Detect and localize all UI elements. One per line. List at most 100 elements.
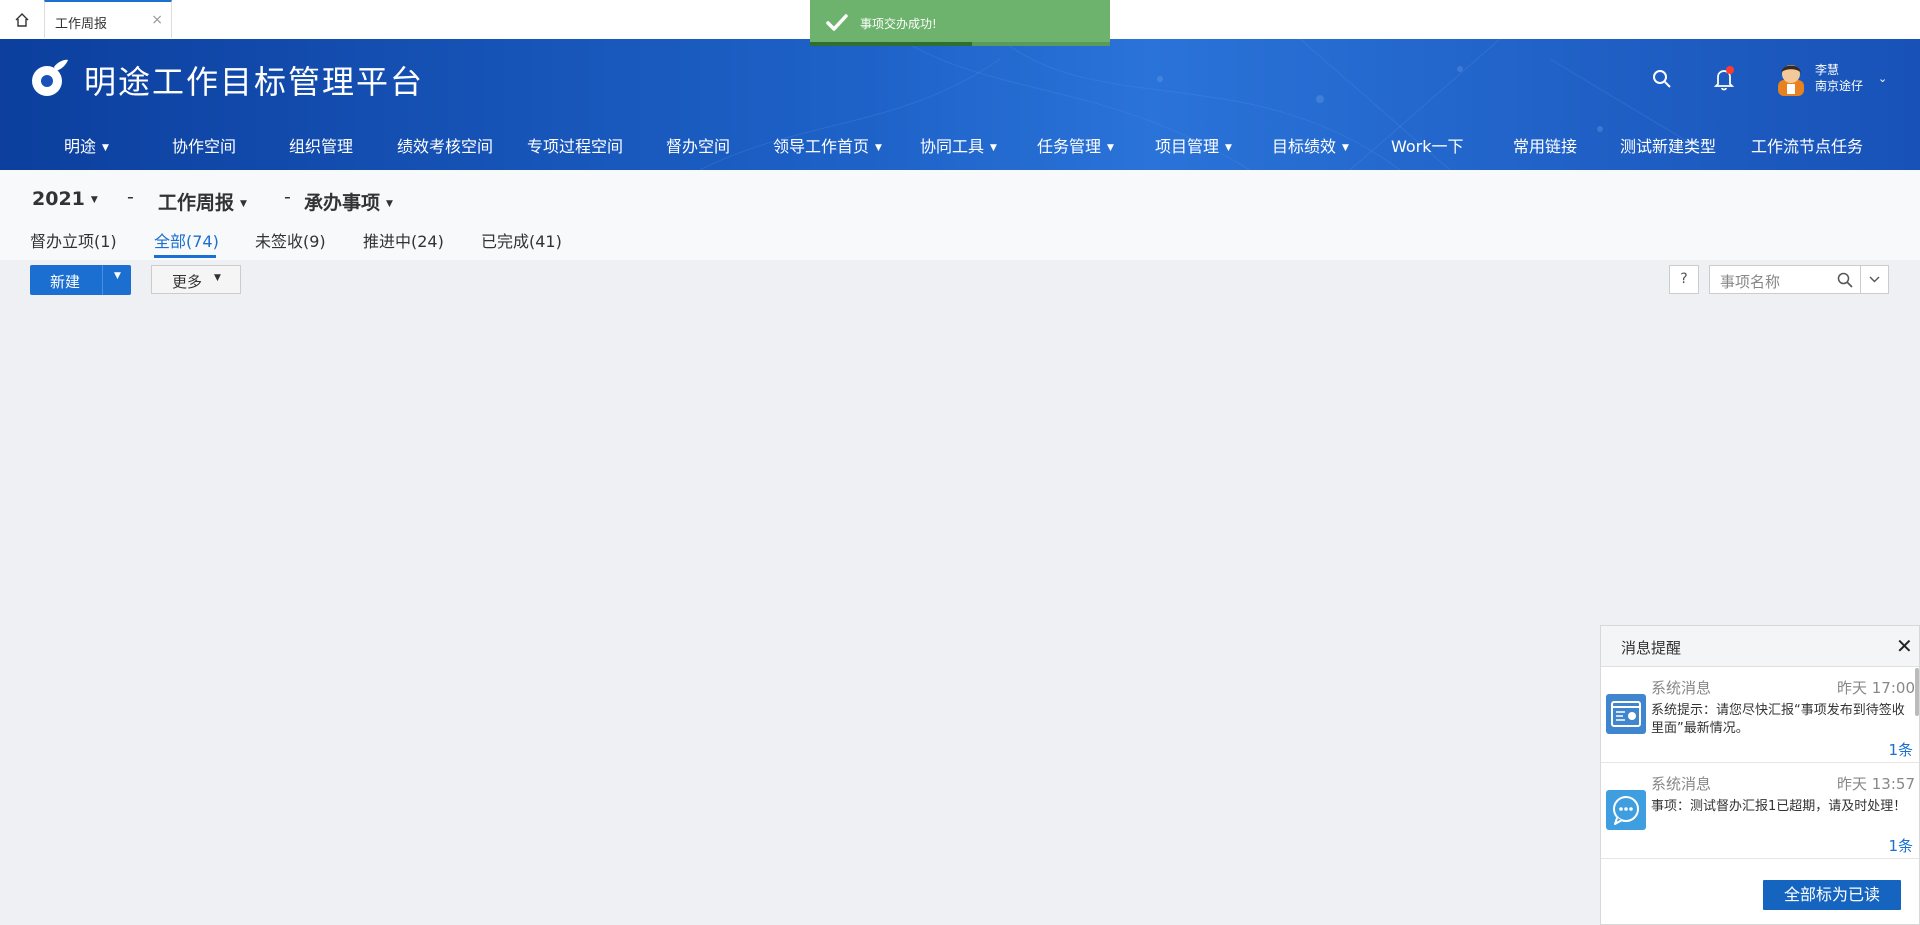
caret-down-icon: ▼ (1225, 143, 1232, 153)
user-info[interactable]: 李慧 南京途仔 (1815, 62, 1863, 94)
active-tab-indicator (154, 255, 216, 258)
search-icon[interactable] (1837, 272, 1853, 288)
nav-label: 任务管理 (1037, 137, 1102, 156)
home-button[interactable] (0, 0, 44, 39)
nav-item-task-manage[interactable]: 任务管理 ▼ (1037, 127, 1114, 167)
caret-down-icon: ▼ (386, 199, 393, 209)
success-toast: 事项交办成功! (810, 0, 1110, 46)
caret-down-icon: ▼ (1342, 143, 1349, 153)
nav-label: 测试新建类型 (1620, 137, 1717, 156)
breadcrumb-separator: - (284, 186, 291, 208)
message-time: 昨天 17:00 (1837, 679, 1915, 697)
tab-supervise-project[interactable]: 督办立项(1) (30, 228, 117, 252)
checkmark-icon (826, 14, 848, 31)
breadcrumb-separator: - (127, 186, 134, 208)
help-button[interactable]: ? (1669, 265, 1699, 294)
more-button-label: 更多 (172, 273, 203, 291)
nav-item-collab-tools[interactable]: 协同工具 ▼ (920, 127, 997, 167)
caret-down-icon: ▼ (102, 143, 109, 153)
caret-down-icon: ▼ (240, 199, 247, 209)
list-item[interactable]: 系统消息 昨天 17:00 系统提示：请您尽快汇报“事项发布到待签收里面”最新情… (1601, 667, 1919, 763)
nav-item-perf-space[interactable]: 绩效考核空间 (397, 127, 493, 167)
search-placeholder: 事项名称 (1720, 273, 1781, 291)
category-label: 工作周报 (158, 192, 235, 214)
notification-title: 消息提醒 (1621, 639, 1682, 657)
chevron-down-icon[interactable]: ⌄ (1878, 72, 1887, 85)
nav-item-leader-home[interactable]: 领导工作首页 ▼ (773, 127, 882, 167)
tab-completed[interactable]: 已完成(41) (481, 228, 562, 252)
nav-label: 领导工作首页 (773, 137, 870, 156)
toast-progress (810, 42, 1110, 46)
nav-item-org-manage[interactable]: 组织管理 (289, 127, 353, 167)
year-label: 2021 (32, 188, 85, 210)
nav-item-collab-space[interactable]: 协作空间 (172, 127, 236, 167)
new-button[interactable]: 新建 ▼ (30, 265, 131, 295)
nav-label: 绩效考核空间 (397, 137, 494, 156)
caret-down-icon: ▼ (90, 195, 98, 205)
nav-item-workflow[interactable]: 工作流节点任务 (1751, 127, 1863, 167)
notification-panel: 消息提醒 ✕ 系统消息 昨天 17:00 系统提示：请您尽快汇报“事项发布到待签… (1600, 625, 1920, 925)
tab-weekly-report[interactable]: 工作周报 × (44, 0, 172, 38)
subcategory-select[interactable]: 承办事项 ▼ (304, 188, 393, 215)
search-options-dropdown[interactable] (1860, 265, 1889, 294)
more-button[interactable]: 更多 ▼ (151, 265, 241, 294)
chevron-down-icon (1869, 276, 1880, 283)
year-select[interactable]: 2021 ▼ (32, 188, 98, 210)
search-input[interactable]: 事项名称 (1709, 265, 1861, 294)
tab-in-progress[interactable]: 推进中(24) (363, 228, 444, 252)
list-item[interactable]: 系统消息 昨天 13:57 事项：测试督办汇报1已超期，请及时处理！ 1条 (1601, 763, 1919, 859)
tab-label: 工作周报 (55, 17, 108, 32)
main-nav: 明途 ▼ 协作空间 组织管理 绩效考核空间 专项过程空间 督办空间 领导工作首页 ▼… (0, 127, 1920, 167)
message-type: 系统消息 (1651, 775, 1712, 793)
nav-item-project-manage[interactable]: 项目管理 ▼ (1155, 127, 1232, 167)
nav-label: 组织管理 (289, 137, 354, 156)
message-text: 系统提示：请您尽快汇报“事项发布到待签收里面”最新情况。 (1651, 703, 1905, 736)
chat-bubble-icon (1606, 790, 1646, 830)
message-count[interactable]: 1条 (1873, 835, 1913, 856)
user-name: 李慧 (1815, 63, 1840, 77)
message-time: 昨天 13:57 (1837, 775, 1915, 793)
caret-down-icon: ▼ (875, 143, 882, 153)
caret-down-icon: ▼ (1107, 143, 1114, 153)
nav-item-links[interactable]: 常用链接 (1513, 127, 1577, 167)
nav-label: 专项过程空间 (527, 137, 624, 156)
tab-all[interactable]: 全部(74) (154, 228, 219, 252)
nav-item-mingtu[interactable]: 明途 ▼ (64, 127, 109, 167)
user-org: 南京途仔 (1815, 79, 1864, 93)
nav-label: 协同工具 (920, 137, 985, 156)
sub-header: 2021 ▼ - 工作周报 ▼ - 承办事项 ▼ 督办立项(1) 全部(74) 未签收… (0, 170, 1920, 260)
caret-down-icon: ▼ (214, 273, 221, 283)
tab-unsigned[interactable]: 未签收(9) (255, 228, 326, 252)
nav-item-supervise-space[interactable]: 督办空间 (666, 127, 730, 167)
close-icon[interactable]: ✕ (1896, 634, 1913, 658)
nav-item-special-process[interactable]: 专项过程空间 (527, 127, 623, 167)
nav-label: 目标绩效 (1272, 137, 1337, 156)
search-icon[interactable] (1650, 67, 1674, 91)
nav-label: 协作空间 (172, 137, 237, 156)
message-text: 事项：测试督办汇报1已超期，请及时处理！ (1651, 799, 1907, 814)
subcategory-label: 承办事项 (304, 192, 381, 214)
new-dropdown-caret[interactable]: ▼ (114, 271, 121, 281)
caret-down-icon: ▼ (990, 143, 997, 153)
message-type: 系统消息 (1651, 679, 1712, 697)
logo-icon (32, 59, 68, 96)
app-header: 明途工作目标管理平台 李慧 南京途仔 ⌄ 明途 ▼ 协作空间 组织管理 绩效考核空… (0, 39, 1920, 170)
new-button-label: 新建 (50, 273, 81, 291)
button-divider (102, 265, 103, 295)
system-notice-icon (1606, 694, 1646, 734)
nav-label: 督办空间 (666, 137, 731, 156)
nav-item-work[interactable]: Work一下 (1391, 127, 1464, 167)
avatar[interactable] (1774, 60, 1808, 96)
nav-label: 工作流节点任务 (1751, 137, 1864, 156)
category-select[interactable]: 工作周报 ▼ (158, 188, 247, 215)
nav-item-goal-perf[interactable]: 目标绩效 ▼ (1272, 127, 1349, 167)
nav-label: 项目管理 (1155, 137, 1220, 156)
notification-header: 消息提醒 ✕ (1601, 626, 1919, 667)
nav-label: 明途 (64, 137, 97, 156)
nav-label: 常用链接 (1513, 137, 1578, 156)
mark-all-read-button[interactable]: 全部标为已读 (1763, 880, 1901, 910)
home-icon (15, 12, 29, 27)
nav-item-test-type[interactable]: 测试新建类型 (1620, 127, 1716, 167)
message-count[interactable]: 1条 (1873, 739, 1913, 760)
tab-close-button[interactable]: × (151, 12, 163, 28)
